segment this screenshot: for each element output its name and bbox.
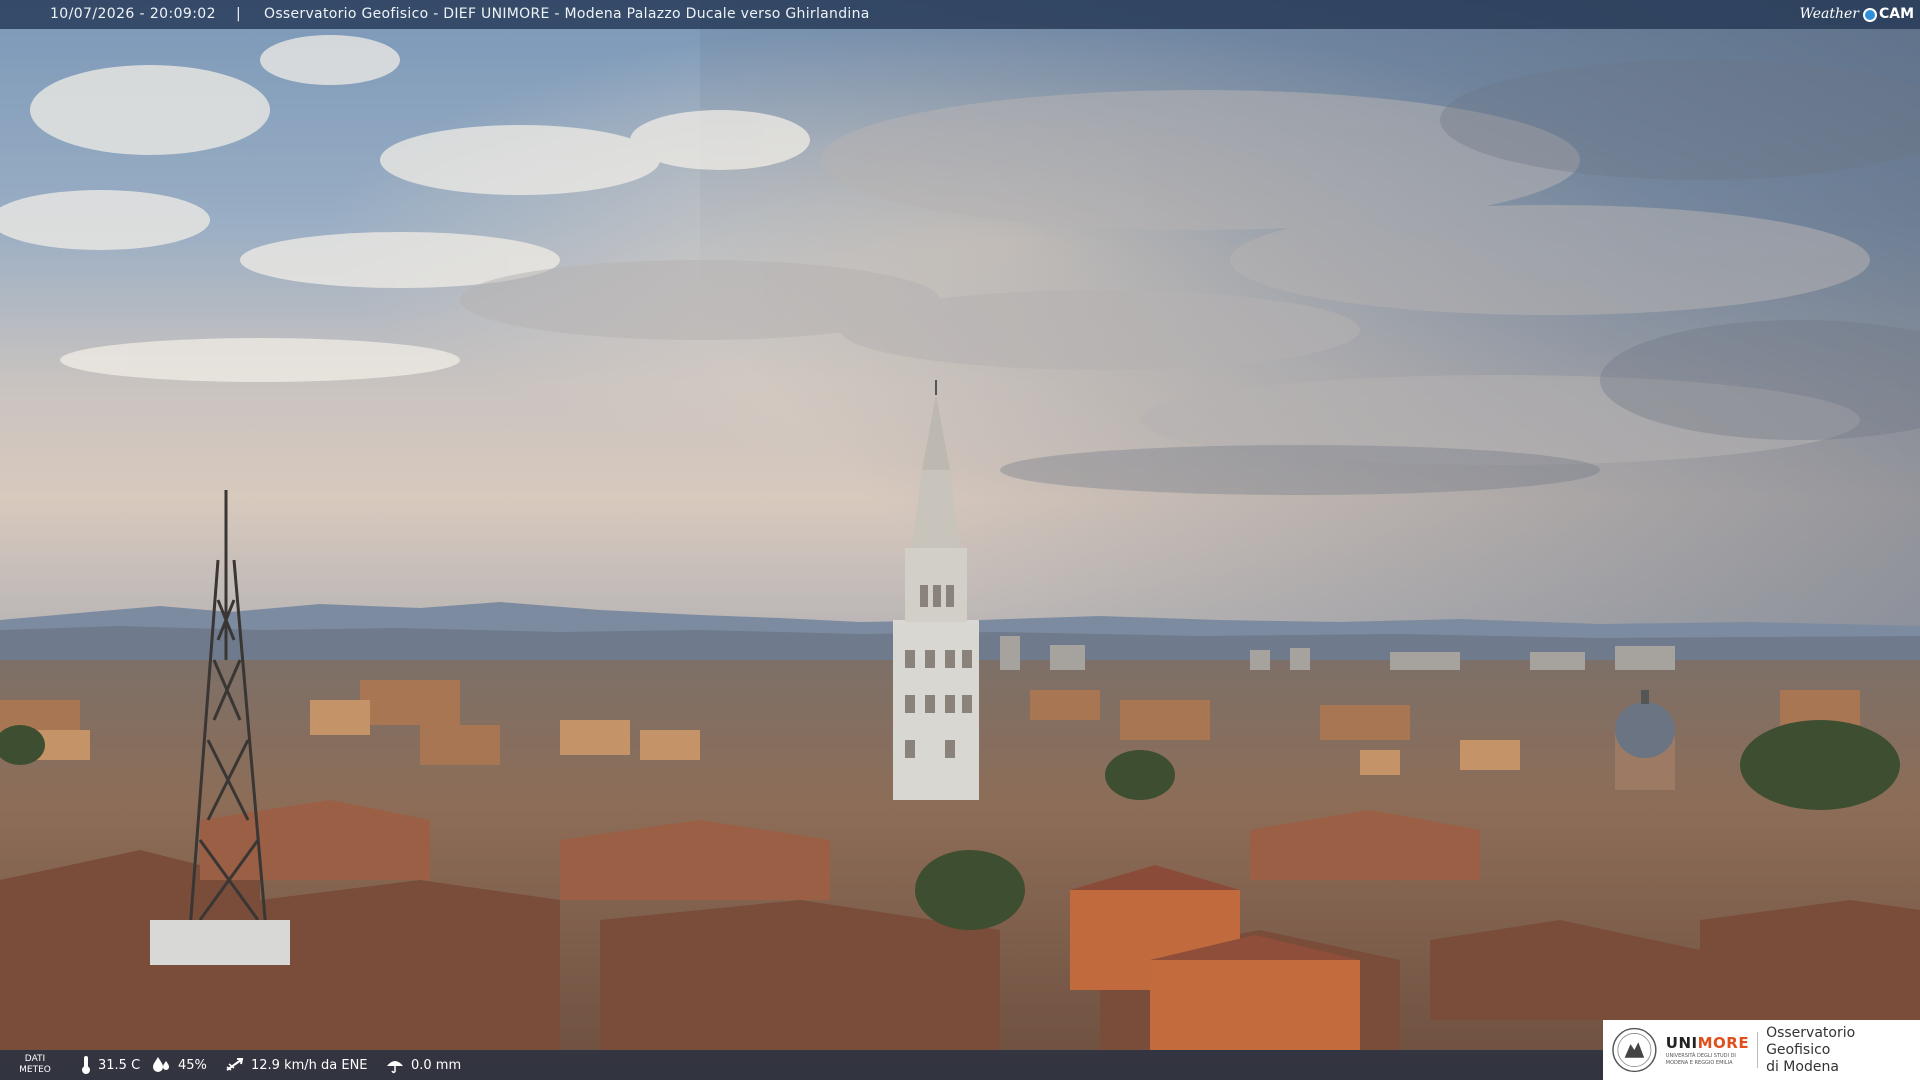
- humidity-stat: 45%: [152, 1050, 207, 1080]
- unimore-name-prefix: UNI: [1665, 1034, 1698, 1052]
- wind-stat: 12.9 km/h da ENE: [225, 1050, 368, 1080]
- thermometer-icon: [82, 1056, 90, 1074]
- header-separator: |: [236, 6, 241, 22]
- header-bar: 10/07/2026 - 20:09:02 | Osservatorio Geo…: [0, 0, 1920, 29]
- observatory-name: Osservatorio Geofisico di Modena: [1766, 1025, 1920, 1076]
- unimore-subtitle-1: UNIVERSITÀ DEGLI STUDI DI: [1665, 1053, 1736, 1059]
- unimore-name-suffix: MORE: [1697, 1034, 1750, 1052]
- meteo-label: METEO: [19, 1065, 51, 1075]
- weathercam-logo: Weather CAM: [1799, 0, 1914, 29]
- weathercam-dot-icon: [1862, 7, 1877, 22]
- dati-meteo-label: DATI METEO: [18, 1054, 52, 1076]
- weather-data-bar: DATI METEO 31.5 C 45% 12.9 km/h da ENE 0…: [0, 1050, 1603, 1080]
- rain-stat: 0.0 mm: [385, 1050, 461, 1080]
- unimore-subtitle-2: MODENA E REGGIO EMILIA: [1665, 1060, 1733, 1066]
- unimore-logo-panel: UNIMORE UNIVERSITÀ DEGLI STUDI DI MODENA…: [1603, 1020, 1920, 1080]
- observatory-line-1: Osservatorio Geofisico: [1766, 1024, 1856, 1058]
- camera-title: Osservatorio Geofisico - DIEF UNIMORE - …: [264, 6, 870, 22]
- weathercam-cam-text: CAM: [1878, 6, 1914, 22]
- unimore-wordmark: UNIMORE UNIVERSITÀ DEGLI STUDI DI MODENA…: [1666, 1034, 1749, 1066]
- wind-icon: [226, 1058, 244, 1071]
- temperature-stat: 31.5 C: [80, 1050, 140, 1080]
- dati-label: DATI: [24, 1054, 46, 1064]
- temperature-value: 31.5 C: [98, 1057, 141, 1073]
- timestamp: 10/07/2026 - 20:09:02: [50, 6, 216, 22]
- unimore-name: UNIMORE: [1666, 1034, 1749, 1052]
- weathercam-weather-text: Weather: [1799, 6, 1859, 22]
- observatory-line-2: di Modena: [1766, 1058, 1839, 1075]
- rain-icon: [387, 1061, 403, 1074]
- humidity-drop-icon: [153, 1057, 169, 1072]
- logo-divider: [1757, 1032, 1759, 1068]
- humidity-value: 45%: [178, 1057, 207, 1073]
- rain-value: 0.0 mm: [411, 1057, 462, 1073]
- unimore-seal-icon: [1612, 1027, 1657, 1073]
- wind-value: 12.9 km/h da ENE: [251, 1057, 368, 1073]
- webcam-scene: [0, 0, 1920, 1080]
